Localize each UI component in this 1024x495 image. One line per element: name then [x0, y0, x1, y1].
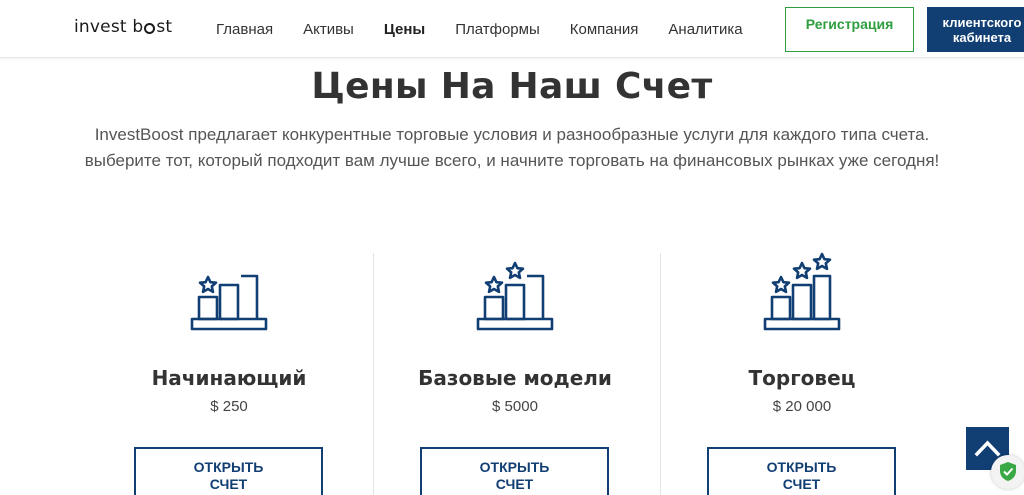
site-header: invest b st Главная Активы Цены Платформы… — [0, 0, 1024, 58]
nav-item-home[interactable]: Главная — [216, 21, 273, 38]
subtitle-line-1: InvestBoost предлагает конкурентные торг… — [94, 125, 930, 144]
open-button-line2: СЧЕТ — [209, 476, 248, 492]
plan-card-beginner: Начинающий $ 250 ОТКРЫТЬ СЧЕТ — [84, 250, 374, 495]
subtitle-line-2: выберите тот, который подходит вам лучше… — [84, 151, 940, 170]
logo-ring-icon — [144, 22, 156, 34]
chart-three-stars-icon — [763, 252, 841, 331]
register-button[interactable]: Регистрация — [785, 7, 914, 52]
open-account-button[interactable]: ОТКРЫТЬ СЧЕТ — [707, 447, 896, 495]
cabinet-label-line1: клиентского — [942, 15, 1022, 30]
plan-card-basic: Базовые модели $ 5000 ОТКРЫТЬ СЧЕТ — [370, 250, 660, 495]
nav-item-assets[interactable]: Активы — [303, 21, 354, 38]
open-button-line2: СЧЕТ — [495, 476, 534, 492]
plan-card-trader: Торговец $ 20 000 ОТКРЫТЬ СЧЕТ — [657, 250, 947, 495]
plan-name: Торговец — [748, 366, 856, 390]
logo-text-start: invest b — [74, 17, 144, 37]
shield-check-icon — [1000, 462, 1016, 481]
open-button-line1: ОТКРЫТЬ — [193, 459, 264, 475]
plan-price: $ 20 000 — [772, 398, 832, 415]
chart-two-stars-icon — [476, 261, 554, 331]
open-account-button[interactable]: ОТКРЫТЬ СЧЕТ — [134, 447, 323, 495]
page-subtitle: InvestBoost предлагает конкурентные торг… — [40, 122, 984, 174]
chart-one-star-icon — [190, 274, 268, 331]
plan-name: Базовые модели — [418, 366, 612, 390]
plan-name: Начинающий — [151, 366, 307, 390]
nav-item-prices[interactable]: Цены — [384, 21, 425, 38]
cabinet-label-line2: кабинета — [952, 30, 1012, 45]
logo[interactable]: invest b st — [74, 17, 172, 37]
plan-price: $ 5000 — [492, 398, 538, 415]
nav-item-company[interactable]: Компания — [570, 21, 639, 38]
open-button-line1: ОТКРЫТЬ — [479, 459, 550, 475]
open-button-line2: СЧЕТ — [782, 476, 821, 492]
plan-price: $ 250 — [210, 398, 248, 415]
page-title: Цены На Наш Счет — [311, 66, 713, 107]
nav-item-platforms[interactable]: Платформы — [455, 21, 540, 38]
client-cabinet-button[interactable]: клиентского кабинета — [927, 7, 1024, 52]
nav-item-analytics[interactable]: Аналитика — [668, 21, 742, 38]
open-account-button[interactable]: ОТКРЫТЬ СЧЕТ — [420, 447, 609, 495]
open-button-line1: ОТКРЫТЬ — [766, 459, 837, 475]
logo-text-end: st — [156, 17, 173, 37]
security-badge[interactable] — [991, 455, 1024, 489]
main-nav: Главная Активы Цены Платформы Компания А… — [216, 21, 773, 38]
